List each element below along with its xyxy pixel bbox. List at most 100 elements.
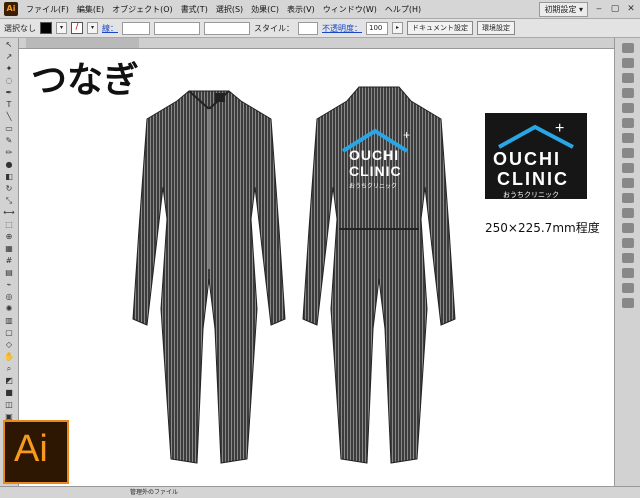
logo-text-1: OUCHI (493, 149, 561, 169)
menu-type[interactable]: 書式(T) (177, 4, 212, 15)
opacity-label[interactable]: 不透明度： (322, 23, 362, 34)
pathfinder-panel-icon[interactable] (622, 253, 634, 263)
direct-selection-tool-icon[interactable]: ↗ (3, 52, 15, 62)
eraser-tool-icon[interactable]: ◧ (3, 172, 15, 182)
menu-effect[interactable]: 効果(C) (247, 4, 283, 15)
blob-brush-tool-icon[interactable]: ● (3, 160, 15, 170)
document-settings-button[interactable]: ドキュメント設定 (407, 21, 473, 35)
stroke-weight-field[interactable] (122, 21, 150, 35)
graphic-styles-panel-icon[interactable] (622, 118, 634, 128)
perspective-grid-tool-icon[interactable]: ▦ (3, 244, 15, 254)
free-transform-tool-icon[interactable]: ⬚ (3, 220, 15, 230)
hand-tool-icon[interactable]: ✋ (3, 352, 15, 362)
shape-builder-tool-icon[interactable]: ⊕ (3, 232, 15, 242)
coverall-back-image: + (302, 86, 456, 464)
illustrator-logo: Ai (3, 420, 69, 484)
opentype-panel-icon[interactable] (622, 298, 634, 308)
clinic-logo: + OUCHI CLINIC おうちクリニック (485, 113, 587, 199)
slice-tool-icon[interactable]: ◇ (3, 340, 15, 350)
illustrator-logo-text: Ai (14, 428, 48, 470)
app-icon: Ai (4, 2, 18, 16)
width-tool-icon[interactable]: ⟷ (3, 208, 15, 218)
stroke-dropdown-icon[interactable]: ▾ (87, 22, 98, 34)
menu-bar: Ai ファイル(F) 編集(E) オブジェクト(O) 書式(T) 選択(S) 効… (0, 0, 640, 19)
mesh-tool-icon[interactable]: # (3, 256, 15, 266)
stroke-panel-icon[interactable] (622, 133, 634, 143)
back-print-subtext: おうちクリニック (349, 183, 398, 190)
back-print-text-2: CLINIC (349, 163, 402, 179)
character-panel-icon[interactable] (622, 268, 634, 278)
coverall-front-image (132, 90, 286, 464)
status-text: 管理外のファイル (130, 489, 179, 496)
menu-edit[interactable]: 編集(E) (73, 4, 108, 15)
symbol-sprayer-tool-icon[interactable]: ✺ (3, 304, 15, 314)
size-caption: 250×225.7mm程度 (485, 221, 600, 235)
rotate-tool-icon[interactable]: ↻ (3, 184, 15, 194)
draw-mode-icon[interactable]: ◫ (3, 400, 15, 410)
type-tool-icon[interactable]: T (3, 100, 15, 110)
blend-tool-icon[interactable]: ◎ (3, 292, 15, 302)
paragraph-panel-icon[interactable] (622, 283, 634, 293)
color-guide-panel-icon[interactable] (622, 58, 634, 68)
logo-subtext: おうちクリニック (503, 191, 559, 199)
align-panel-icon[interactable] (622, 238, 634, 248)
logo-text-2: CLINIC (497, 169, 569, 189)
control-bar: 選択なし ▾ / ▾ 線： スタイル： 不透明度： 100 ▸ ドキュメント設定… (0, 19, 640, 38)
opacity-field[interactable]: 100 (366, 21, 388, 35)
line-tool-icon[interactable]: ╲ (3, 112, 15, 122)
artboards-panel-icon[interactable] (622, 208, 634, 218)
layers-panel-icon[interactable] (622, 193, 634, 203)
maximize-icon[interactable]: ▢ (608, 3, 622, 15)
appearance-panel-icon[interactable] (622, 178, 634, 188)
preferences-button[interactable]: 環境設定 (477, 21, 515, 35)
stroke-swatch[interactable]: / (71, 22, 83, 34)
rectangle-tool-icon[interactable]: ▭ (3, 124, 15, 134)
column-graph-tool-icon[interactable]: ▥ (3, 316, 15, 326)
menu-help[interactable]: ヘルプ(H) (381, 4, 425, 15)
symbols-panel-icon[interactable] (622, 103, 634, 113)
brushes-panel-icon[interactable] (622, 88, 634, 98)
close-icon[interactable]: ✕ (624, 3, 638, 15)
back-print-text-1: OUCHI (349, 147, 400, 163)
svg-text:+: + (555, 120, 564, 137)
selection-status: 選択なし (4, 23, 36, 33)
pen-tool-icon[interactable]: ✒ (3, 88, 15, 98)
gradient-panel-icon[interactable] (622, 148, 634, 158)
magic-wand-tool-icon[interactable]: ✦ (3, 64, 15, 74)
minimize-icon[interactable]: ‒ (592, 3, 606, 15)
stroke-label[interactable]: 線： (102, 23, 118, 34)
artboard-canvas[interactable]: つなぎ + OUCHI CLINIC おうちクリニック + OUCHI CLIN… (19, 49, 614, 486)
tools-panel: ↖ ↗ ✦ ◌ ✒ T ╲ ▭ ✎ ✏ ● ◧ ↻ ⤡ ⟷ ⬚ ⊕ ▦ # ▤ … (0, 38, 19, 486)
lasso-tool-icon[interactable]: ◌ (3, 76, 15, 86)
fill-dropdown-icon[interactable]: ▾ (56, 22, 67, 34)
menu-object[interactable]: オブジェクト(O) (108, 4, 177, 15)
artwork-title: つなぎ (31, 59, 140, 101)
brush-field[interactable] (204, 21, 250, 35)
opacity-dropdown-icon[interactable]: ▸ (392, 22, 403, 34)
fill-stroke-icon[interactable]: ◩ (3, 376, 15, 386)
transform-panel-icon[interactable] (622, 223, 634, 233)
eyedropper-tool-icon[interactable]: ⌁ (3, 280, 15, 290)
swatches-panel-icon[interactable] (622, 73, 634, 83)
fill-swatch[interactable] (40, 22, 52, 34)
document-tab[interactable] (26, 38, 139, 48)
scale-tool-icon[interactable]: ⤡ (3, 196, 15, 206)
color-mode-icon[interactable]: ■ (3, 388, 15, 398)
style-label: スタイル： (254, 23, 294, 33)
paintbrush-tool-icon[interactable]: ✎ (3, 136, 15, 146)
gradient-tool-icon[interactable]: ▤ (3, 268, 15, 278)
color-panel-icon[interactable] (622, 43, 634, 53)
variable-width-field[interactable] (154, 21, 200, 35)
selection-tool-icon[interactable]: ↖ (3, 40, 15, 50)
menu-window[interactable]: ウィンドウ(W) (319, 4, 381, 15)
style-field[interactable] (298, 21, 318, 35)
artboard-tool-icon[interactable]: ▢ (3, 328, 15, 338)
pencil-tool-icon[interactable]: ✏ (3, 148, 15, 158)
transparency-panel-icon[interactable] (622, 163, 634, 173)
menu-view[interactable]: 表示(V) (283, 4, 319, 15)
panel-dock (614, 38, 640, 486)
workspace-switcher[interactable]: 初期設定 ▾ (539, 1, 588, 17)
menu-select[interactable]: 選択(S) (212, 4, 247, 15)
zoom-tool-icon[interactable]: ⌕ (3, 364, 15, 374)
menu-file[interactable]: ファイル(F) (22, 4, 73, 15)
